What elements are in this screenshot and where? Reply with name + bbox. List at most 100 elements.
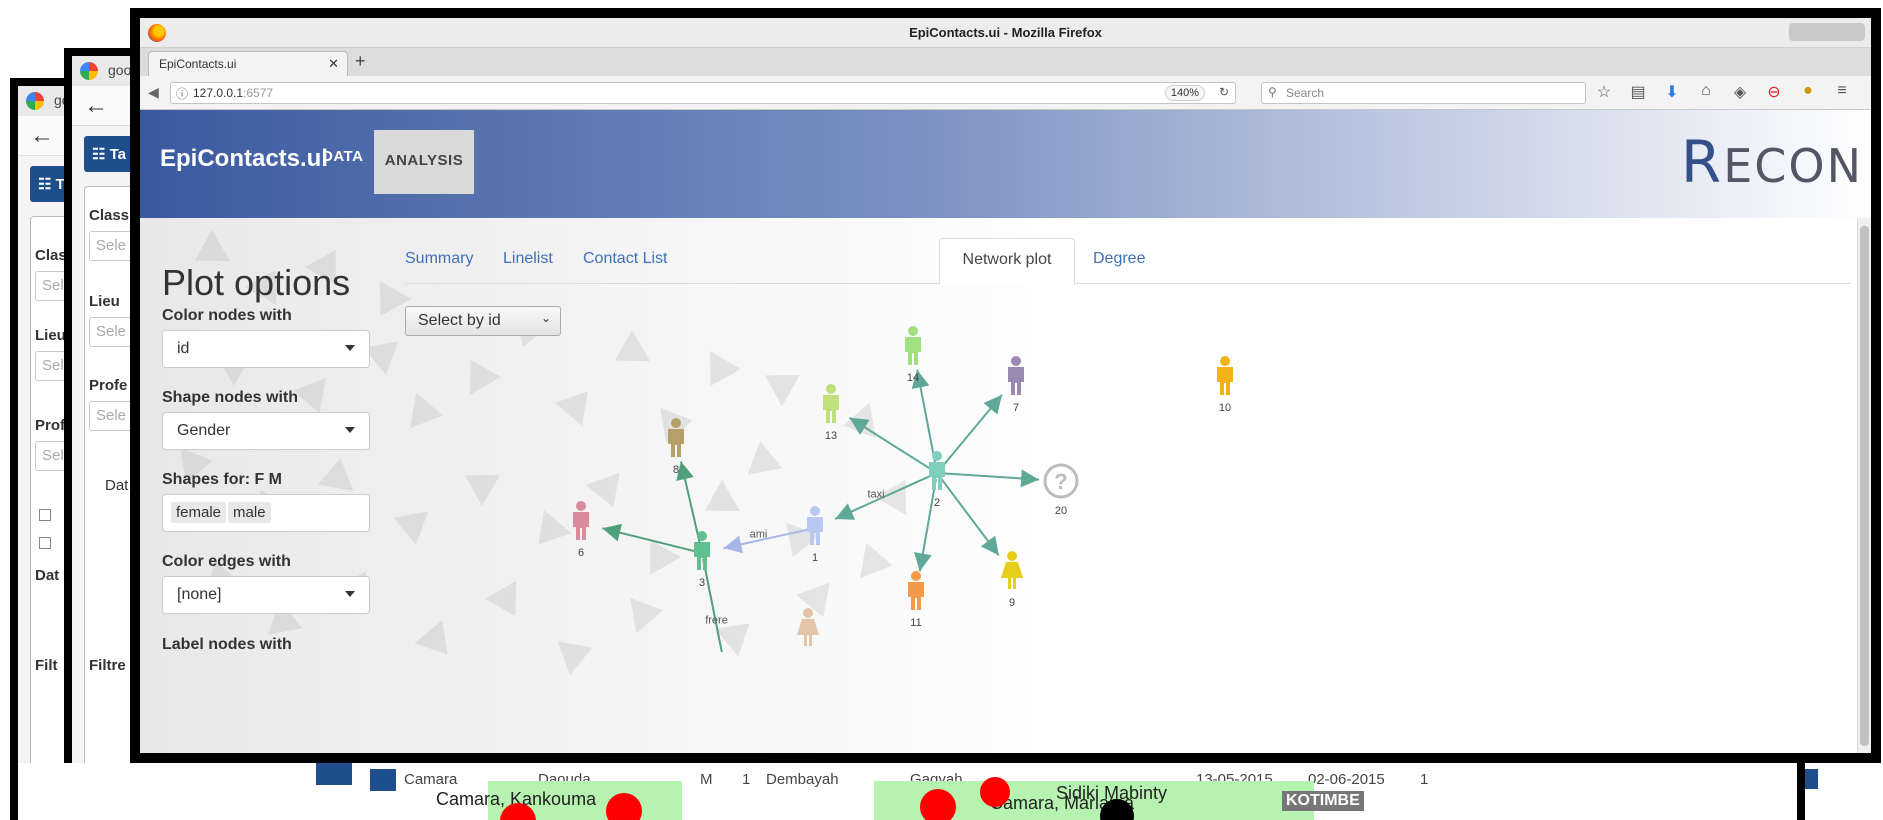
background-checkbox[interactable]: [39, 537, 51, 549]
bottom-row-cell: Camara: [404, 771, 458, 788]
network-plot[interactable]: ami taxi frere 1 2 3 6 7 8 9 10 11 13 14? 20: [140, 218, 1871, 652]
firefox-window: EpiContacts.ui - Mozilla Firefox EpiCont…: [130, 8, 1881, 763]
network-node-13[interactable]: 13: [823, 384, 839, 442]
window-border: [1797, 763, 1805, 820]
nav-analysis[interactable]: ANALYSIS: [374, 130, 474, 194]
network-node-11[interactable]: 11: [908, 571, 924, 629]
network-edge-label: frere: [705, 615, 728, 627]
bookmark-star-icon[interactable]: ☆: [1594, 82, 1614, 102]
background-label-date: Dat: [105, 477, 129, 494]
home-icon[interactable]: ⌂: [1696, 82, 1716, 102]
network-node-label: 3: [699, 577, 705, 589]
network-node-label: 14: [907, 372, 919, 384]
close-tab-icon[interactable]: ✕: [328, 56, 339, 72]
app-navbar: EpiContacts.ui DATA ANALYSIS RECON: [140, 110, 1871, 218]
url-host: 127.0.0.1: [193, 86, 244, 100]
browser-tab-strip: EpiContacts.ui ✕ +: [140, 48, 1871, 76]
firefox-logo-icon: [148, 24, 166, 42]
node-badge: KOTIMBE: [1282, 791, 1364, 811]
search-field[interactable]: ⚲ Search: [1261, 82, 1586, 104]
background-tab-label: goo: [108, 62, 132, 78]
back-arrow-icon[interactable]: ←: [30, 122, 54, 150]
network-node-label: 11: [910, 617, 921, 629]
bottom-row-cell: M: [700, 771, 713, 788]
background-label-profession: Profe: [89, 377, 128, 394]
browser-tab[interactable]: EpiContacts.ui ✕: [148, 51, 348, 76]
network-edge[interactable]: [702, 558, 723, 652]
edit-row-button[interactable]: [370, 769, 396, 791]
back-icon[interactable]: ◀: [148, 84, 159, 101]
network-edge[interactable]: [849, 416, 933, 471]
network-node-label: 10: [1219, 402, 1231, 414]
underlying-windows-strip: Camara Daouda M 1 Dembayah Gagyah 13-05-…: [0, 763, 1883, 820]
network-edge[interactable]: [911, 369, 937, 468]
network-edge[interactable]: [942, 469, 1040, 488]
bottom-row-cell: Dembayah: [766, 771, 839, 788]
browser-tab-title: EpiContacts.ui: [159, 57, 237, 71]
network-node-label: 9: [1009, 597, 1015, 609]
nav-data[interactable]: DATA: [322, 148, 363, 165]
network-node-7[interactable]: 7: [1008, 356, 1024, 414]
new-tab-icon[interactable]: +: [355, 51, 366, 72]
network-node-partial[interactable]: [797, 608, 819, 646]
network-node-6[interactable]: 6: [573, 501, 589, 559]
network-edge[interactable]: [939, 477, 1000, 556]
extension-icon[interactable]: ●: [1798, 82, 1818, 102]
network-node-label: 13: [825, 430, 837, 442]
window-title-bar: EpiContacts.ui - Mozilla Firefox: [140, 18, 1871, 48]
screen: goo ← ☷ Ta Class Sele Lieu Sele Profe Se…: [0, 0, 1883, 820]
network-node-label: 20: [1055, 505, 1067, 517]
window-border: [10, 763, 18, 820]
blocker-icon[interactable]: ⊖: [1764, 82, 1784, 102]
network-edge[interactable]: [940, 394, 1003, 470]
background-label-date: Dat: [35, 567, 60, 584]
network-node-10[interactable]: 10: [1217, 356, 1233, 414]
network-edge-label: taxi: [867, 489, 884, 501]
window-title: EpiContacts.ui - Mozilla Firefox: [909, 25, 1102, 40]
menu-icon[interactable]: ≡: [1832, 82, 1852, 102]
background-label-filtre: Filtre: [89, 657, 126, 674]
network-node-1[interactable]: 1: [807, 506, 823, 564]
recon-logo-initial: R: [1680, 128, 1724, 196]
url-bar[interactable]: ⓘ 127.0.0.1:6577 140% ↻: [170, 82, 1236, 104]
chrome-icon: [26, 92, 44, 110]
network-node-14[interactable]: 14: [905, 326, 921, 384]
network-edge-label: ami: [750, 529, 768, 541]
reload-icon[interactable]: ↻: [1219, 85, 1229, 99]
pocket-icon[interactable]: ◈: [1730, 82, 1750, 102]
url-port: :6577: [243, 86, 274, 100]
zoom-indicator[interactable]: 140%: [1164, 85, 1205, 101]
search-icon: ⚲: [1268, 85, 1277, 99]
reader-list-icon[interactable]: ▤: [1628, 82, 1648, 102]
search-placeholder: Search: [1286, 86, 1325, 100]
background-label-class: Class: [89, 207, 130, 224]
network-node-label: 1: [812, 552, 818, 564]
network-node-red: [980, 777, 1010, 807]
app-page: EpiContacts.ui DATA ANALYSIS RECON Plot …: [140, 110, 1871, 753]
app-brand[interactable]: EpiContacts.ui: [160, 145, 328, 173]
background-label-lieu: Lieu: [89, 293, 120, 310]
background-table-button-label: Ta: [109, 146, 127, 163]
network-node-20[interactable]: ? 20: [1043, 463, 1079, 517]
network-node-red: [920, 789, 956, 820]
background-checkbox[interactable]: [39, 509, 51, 521]
bottom-row-cell: 1: [1420, 771, 1429, 788]
main-content: Plot options Color nodes with id Shape n…: [140, 218, 1871, 753]
window-controls[interactable]: [1789, 23, 1865, 41]
background-button[interactable]: [316, 763, 352, 785]
bottom-row-cell: 02-06-2015: [1308, 771, 1385, 788]
network-node-label: 6: [578, 547, 584, 559]
scrollbar-thumb[interactable]: [1860, 226, 1869, 746]
network-edge[interactable]: [914, 478, 937, 572]
question-mark-icon: ?: [1054, 469, 1067, 494]
page-scrollbar[interactable]: [1857, 218, 1871, 753]
site-info-icon[interactable]: ⓘ: [176, 85, 188, 102]
back-arrow-icon[interactable]: ←: [84, 92, 108, 120]
download-icon[interactable]: ⬇: [1662, 82, 1682, 102]
network-node-label: 8: [673, 464, 679, 476]
network-node-9[interactable]: 9: [1001, 551, 1023, 609]
chrome-icon: [80, 62, 98, 80]
navigation-toolbar: ◀ ⓘ 127.0.0.1:6577 140% ↻ ⚲ Search ☆ ▤ ⬇…: [140, 76, 1871, 110]
network-edge[interactable]: [602, 523, 697, 553]
background-label-filter: Filt: [35, 657, 58, 674]
